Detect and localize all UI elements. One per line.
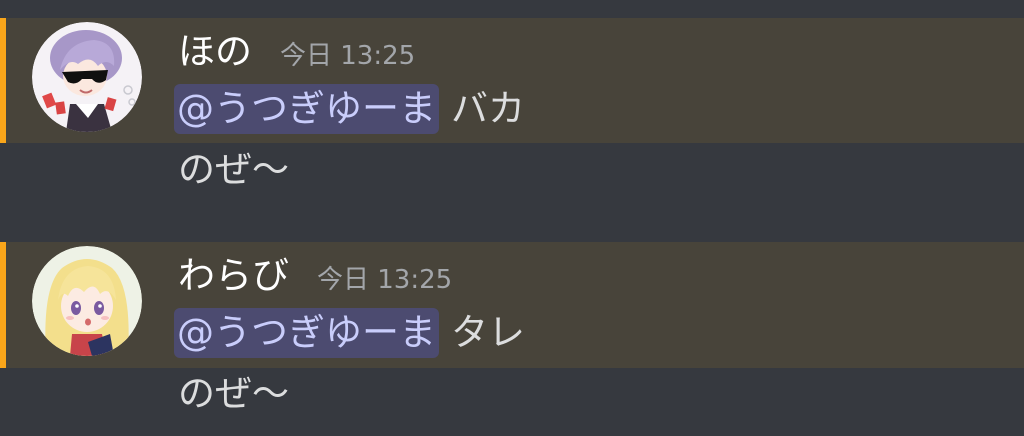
username[interactable]: わらび	[178, 252, 289, 300]
message-content: @うつぎゆーま バカ	[174, 84, 525, 134]
user-mention[interactable]: @うつぎゆーま	[174, 308, 439, 358]
message-group: わらび 今日 13:25 @うつぎゆーま タレ のぜ〜	[0, 242, 1024, 422]
message-header: わらび 今日 13:25	[178, 252, 452, 300]
avatar-blonde-girl-icon	[32, 246, 142, 356]
user-avatar[interactable]	[32, 246, 142, 356]
message-header: ほの 今日 13:25	[178, 28, 415, 76]
username[interactable]: ほの	[178, 28, 252, 76]
user-avatar[interactable]	[32, 22, 142, 132]
followup-message-text: のぜ〜	[178, 372, 289, 415]
message-group: ほの 今日 13:25 @うつぎゆーま バカ のぜ〜	[0, 18, 1024, 198]
timestamp: 今日 13:25	[317, 265, 453, 295]
timestamp: 今日 13:25	[280, 41, 416, 71]
avatar-purple-hair-sunglasses-icon	[32, 22, 142, 132]
user-mention[interactable]: @うつぎゆーま	[174, 84, 439, 134]
followup-message-text: のぜ〜	[178, 148, 289, 191]
message-text: タレ	[451, 311, 525, 354]
chat-messages: ほの 今日 13:25 @うつぎゆーま バカ のぜ〜 わらび 今日 13:25 …	[0, 0, 1024, 436]
message-text: バカ	[451, 87, 525, 130]
message-content: @うつぎゆーま タレ	[174, 308, 525, 358]
